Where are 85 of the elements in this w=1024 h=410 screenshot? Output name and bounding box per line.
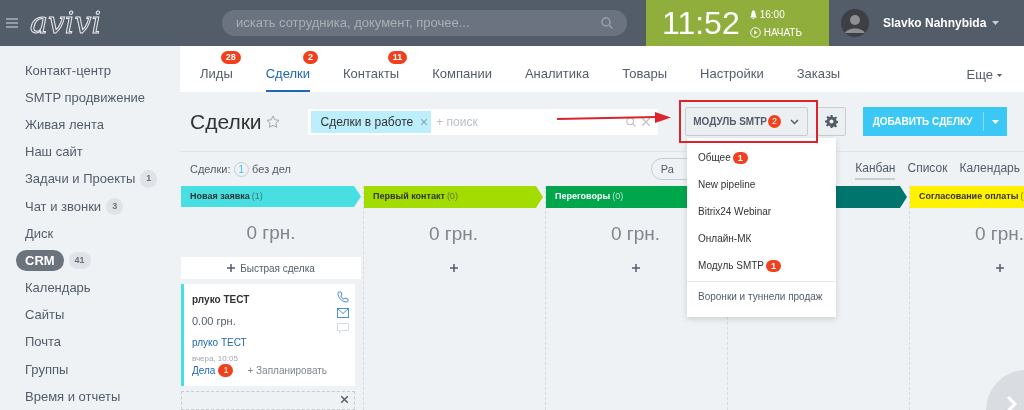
- tab[interactable]: Настройки: [700, 58, 764, 92]
- sidebar-item[interactable]: SMTP продвижение: [25, 88, 146, 108]
- tab[interactable]: Аналитика: [524, 58, 590, 92]
- close-icon[interactable]: [641, 117, 650, 126]
- sidebar-item[interactable]: Наш сайт: [25, 142, 83, 162]
- settings-icon: [824, 115, 838, 128]
- plus-icon[interactable]: [631, 263, 640, 272]
- caret-icon: [992, 21, 1000, 25]
- tasks-link[interactable]: Дела: [192, 362, 216, 378]
- column-total: 0 грн.: [428, 222, 479, 246]
- star-icon[interactable]: [265, 114, 280, 129]
- clock-time: 11:52: [662, 7, 740, 39]
- alarm-time: 16:00: [759, 7, 785, 22]
- sidebar-item[interactable]: CRM: [16, 249, 64, 272]
- deal-amount: 0.00 грн.: [192, 314, 236, 330]
- deal-title[interactable]: рлуко ТЕСТ: [192, 292, 250, 308]
- filter-field[interactable]: Сделки в работе + поиск: [307, 108, 658, 135]
- tab[interactable]: Компании: [432, 58, 492, 92]
- chevron-down-icon: [790, 118, 799, 125]
- contact-link[interactable]: рлуко ТЕСТ: [192, 334, 247, 350]
- column-count: (1): [251, 189, 263, 203]
- caret-icon: [997, 73, 1002, 77]
- play-icon: [749, 26, 761, 38]
- count-badge: 2: [768, 115, 781, 128]
- sidebar-item[interactable]: Контакт-центр: [25, 60, 112, 81]
- quick-deal-button[interactable]: Быстрая сделка: [181, 257, 361, 280]
- count-badge: 3: [106, 197, 124, 216]
- plus-icon[interactable]: [995, 263, 1004, 272]
- caret-icon[interactable]: [991, 119, 999, 124]
- count-badge: 1: [140, 170, 158, 188]
- filter-chip[interactable]: Сделки в работе: [310, 110, 432, 133]
- column-total: 0 грн.: [610, 222, 661, 246]
- schedule-link[interactable]: + Запланировать: [247, 362, 328, 378]
- count-badge: 28: [220, 51, 241, 64]
- column-total: 0 грн.: [974, 222, 1024, 246]
- logo[interactable]: avivi: [30, 8, 180, 38]
- tab[interactable]: Заказы: [796, 58, 841, 92]
- column-total: 0 грн.: [246, 220, 296, 245]
- menu-icon[interactable]: [6, 18, 18, 28]
- column-title: Согласование оплаты: [919, 190, 1019, 204]
- summary-label: Сделки:: [190, 161, 231, 177]
- menu-item[interactable]: Онлайн-МК: [687, 225, 836, 252]
- menu-item[interactable]: Модуль SMTP 1: [687, 252, 836, 279]
- column-count: (: [1020, 190, 1024, 204]
- sidebar-item[interactable]: Задачи и Проекты: [25, 169, 136, 189]
- plus-icon: [227, 264, 236, 273]
- user-menu[interactable]: Slavko Nahnybida: [883, 14, 1000, 32]
- pipeline-button[interactable]: МОДУЛЬ SMTP 2: [684, 107, 808, 136]
- sidebar-item[interactable]: Календарь: [25, 278, 91, 298]
- deal-card[interactable]: рлуко ТЕСТ 0.00 грн. рлуко ТЕСТ вчера, 10:05 Дела 1 + Запланировать: [181, 284, 355, 386]
- count-badge: 1: [766, 259, 782, 272]
- more-tab[interactable]: Еще: [966, 58, 1002, 92]
- column-title: Первый контакт: [373, 190, 445, 204]
- tab[interactable]: Товары: [622, 58, 667, 92]
- summary-text: без дел: [252, 161, 291, 177]
- column-count: (0): [446, 190, 458, 204]
- view-tab[interactable]: Список: [907, 158, 948, 180]
- page-title: Сделки: [190, 108, 262, 135]
- sidebar-item[interactable]: Диск: [25, 223, 54, 244]
- close-icon[interactable]: [341, 395, 348, 403]
- view-tab[interactable]: Канбан: [855, 158, 896, 180]
- column-title: Переговоры: [555, 190, 611, 204]
- column-title: Новая заявка: [190, 189, 250, 203]
- deal-date: вчера, 10:05: [192, 352, 238, 365]
- mail-icon[interactable]: [337, 308, 349, 319]
- avatar[interactable]: [841, 9, 869, 37]
- bell-icon: [749, 9, 757, 19]
- sidebar-item[interactable]: Группы: [25, 359, 69, 380]
- sidebar-item[interactable]: Почта: [25, 332, 62, 352]
- column-count: (0): [612, 190, 624, 204]
- sidebar-item[interactable]: Сайты: [25, 305, 65, 325]
- count-badge: 2: [303, 51, 319, 64]
- sidebar-item[interactable]: Чат и звонки: [25, 196, 102, 217]
- phone-icon[interactable]: [337, 291, 349, 304]
- plus-icon[interactable]: [449, 263, 458, 272]
- settings-button[interactable]: [816, 107, 846, 136]
- count-badge: 1: [732, 151, 748, 164]
- count-badge: 11: [387, 51, 408, 64]
- search-icon[interactable]: [625, 116, 636, 127]
- sidebar-item[interactable]: Время и отчеты: [25, 386, 121, 407]
- count-badge: 41: [68, 251, 91, 270]
- sidebar-item[interactable]: Живая лента: [25, 115, 104, 135]
- menu-item[interactable]: Bitrix24 Webinar: [687, 198, 836, 225]
- count-badge: 1: [218, 363, 234, 377]
- view-tab[interactable]: Календарь: [959, 158, 1020, 180]
